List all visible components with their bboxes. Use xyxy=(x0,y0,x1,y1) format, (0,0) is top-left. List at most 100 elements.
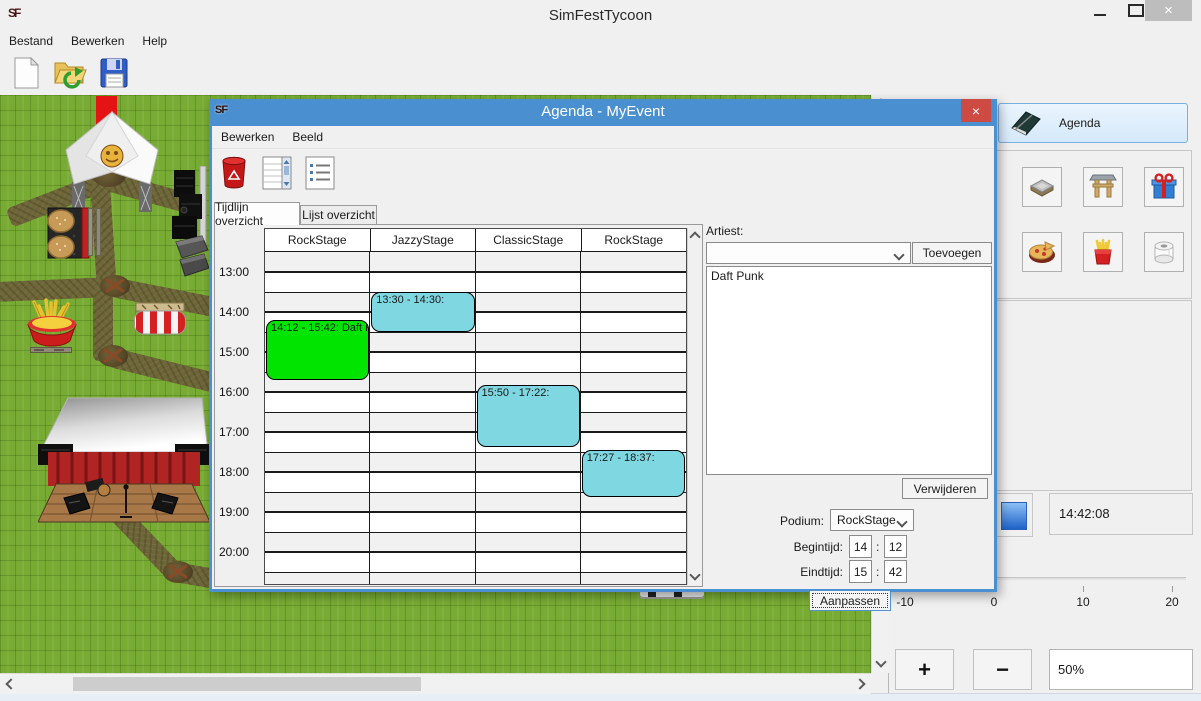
grid-row xyxy=(265,412,686,432)
menu-bestand[interactable]: Bestand xyxy=(0,34,62,48)
schedule-event[interactable]: 17:27 - 18:37: xyxy=(582,450,685,497)
play-button[interactable] xyxy=(1001,502,1027,530)
schedule-grid[interactable]: RockStageJazzyStageClassicStageRockStage… xyxy=(264,228,687,585)
time-separator: : xyxy=(876,540,879,554)
scroll-right-icon[interactable] xyxy=(851,675,869,693)
shop-fries-button[interactable] xyxy=(1083,232,1123,272)
dialog-menubar: Bewerken Beeld xyxy=(212,126,994,149)
agenda-button-label: Agenda xyxy=(1059,116,1100,130)
add-artist-button[interactable]: Toevoegen xyxy=(912,242,992,264)
schedule-event[interactable]: 14:12 - 15:42: Daft Punk xyxy=(266,320,369,380)
dialog-body: Bewerken Beeld xyxy=(212,126,994,589)
dialog-menu-bewerken[interactable]: Bewerken xyxy=(212,130,283,144)
delete-event-button[interactable] xyxy=(217,154,251,192)
open-file-button[interactable] xyxy=(52,54,88,92)
grid-row xyxy=(265,392,686,412)
time-label: 17:00 xyxy=(219,425,261,439)
zoom-in-button[interactable]: + xyxy=(895,649,954,690)
dialog-menu-beeld[interactable]: Beeld xyxy=(283,130,332,144)
gift-icon xyxy=(1149,172,1179,202)
half-hour-line xyxy=(265,412,686,413)
pizza-icon xyxy=(1027,237,1057,267)
schedule-event[interactable]: 15:50 - 17:22: xyxy=(477,385,580,446)
speaker-tower[interactable] xyxy=(172,166,210,286)
agenda-button[interactable]: Agenda xyxy=(998,103,1188,143)
slider-tick xyxy=(1083,586,1084,592)
end-minute-field[interactable]: 42 xyxy=(884,560,907,583)
column-separator xyxy=(580,252,581,584)
save-button[interactable] xyxy=(96,54,132,92)
podium-label: Podium: xyxy=(772,514,824,528)
stage-column-headers: RockStageJazzyStageClassicStageRockStage xyxy=(265,229,686,252)
close-button[interactable]: × xyxy=(1145,0,1192,21)
open-folder-icon xyxy=(53,57,87,89)
trash-icon xyxy=(220,156,248,190)
maximize-icon xyxy=(1128,4,1144,17)
artist-combobox[interactable] xyxy=(706,242,911,264)
new-file-button[interactable] xyxy=(8,54,44,92)
remove-artist-button[interactable]: Verwijderen xyxy=(902,478,988,499)
apply-button[interactable]: Aanpassen xyxy=(809,590,891,611)
shop-pizza-button[interactable] xyxy=(1022,232,1062,272)
timeline-view-icon xyxy=(262,156,292,190)
grid-row xyxy=(265,252,686,272)
zoom-level-box: 50% xyxy=(1049,649,1193,690)
artist-list-item[interactable]: Daft Punk xyxy=(707,267,991,285)
list-view-icon xyxy=(305,156,335,190)
stage-column-header: RockStage xyxy=(582,229,687,251)
save-icon xyxy=(99,57,129,89)
grid-row xyxy=(265,272,686,292)
fries-stand[interactable] xyxy=(24,298,80,348)
menu-bewerken[interactable]: Bewerken xyxy=(62,34,133,48)
shop-gift-button[interactable] xyxy=(1144,167,1184,207)
shop-gate-button[interactable] xyxy=(1083,167,1123,207)
agenda-book-icon xyxy=(1007,108,1043,138)
main-stage[interactable] xyxy=(38,396,210,528)
timeline-view-button[interactable] xyxy=(260,154,294,192)
half-hour-line xyxy=(265,532,686,533)
artist-label: Artiest: xyxy=(706,224,743,238)
stage-column-header: JazzyStage xyxy=(371,229,477,251)
schedule-event[interactable]: 13:30 - 14:30: xyxy=(371,292,474,332)
slider-tick xyxy=(1172,586,1173,592)
hour-line xyxy=(265,431,686,433)
shop-road-button[interactable] xyxy=(1022,167,1062,207)
new-file-icon xyxy=(11,56,41,90)
time-label: 14:00 xyxy=(219,305,261,319)
time-label: 16:00 xyxy=(219,385,261,399)
toilet-paper-icon xyxy=(1149,237,1179,267)
drinks-stand[interactable] xyxy=(134,300,186,336)
begin-minute-field[interactable]: 12 xyxy=(884,535,907,558)
tent[interactable] xyxy=(60,110,164,216)
map-hscroll-thumb[interactable] xyxy=(73,677,421,691)
burger-stand[interactable] xyxy=(46,206,92,260)
minimize-icon xyxy=(1094,14,1106,16)
tab-list-overview[interactable]: Lijst overzicht xyxy=(300,205,377,225)
scroll-down-icon[interactable] xyxy=(872,653,890,671)
end-hour-field[interactable]: 15 xyxy=(849,560,872,583)
artist-listbox[interactable]: Daft Punk xyxy=(706,266,992,475)
scroll-left-icon[interactable] xyxy=(2,675,20,693)
dialog-close-button[interactable]: × xyxy=(961,99,991,122)
list-view-button[interactable] xyxy=(303,154,337,192)
shop-toilet-paper-button[interactable] xyxy=(1144,232,1184,272)
gate-icon xyxy=(1088,172,1118,202)
schedule-grid-body[interactable]: 13:30 - 14:30:14:12 - 15:42: Daft Punk 15… xyxy=(265,252,686,584)
podium-combobox[interactable]: RockStage xyxy=(830,509,914,531)
schedule-scrollbar[interactable] xyxy=(687,228,702,585)
tab-timeline-overview[interactable]: Tijdlijn overzicht xyxy=(214,202,300,225)
slider-tick-label: -10 xyxy=(887,595,923,609)
menu-help[interactable]: Help xyxy=(133,34,176,48)
zoom-out-button[interactable]: − xyxy=(973,649,1032,690)
schedule-scroll-up-icon[interactable] xyxy=(686,228,704,246)
clock-value: 14:42:08 xyxy=(1059,506,1110,521)
hour-line xyxy=(265,311,686,313)
main-menubar: Bestand Bewerken Help xyxy=(0,30,1201,51)
minimize-button[interactable] xyxy=(1083,0,1117,21)
begin-hour-field[interactable]: 14 xyxy=(849,535,872,558)
map-horizontal-scrollbar[interactable] xyxy=(0,673,871,694)
chevron-down-icon xyxy=(896,516,907,527)
agenda-dialog: SF Agenda - MyEvent × Bewerken Beeld xyxy=(209,99,997,592)
schedule-scroll-down-icon[interactable] xyxy=(686,566,704,584)
slider-tick-label: 10 xyxy=(1065,595,1101,609)
